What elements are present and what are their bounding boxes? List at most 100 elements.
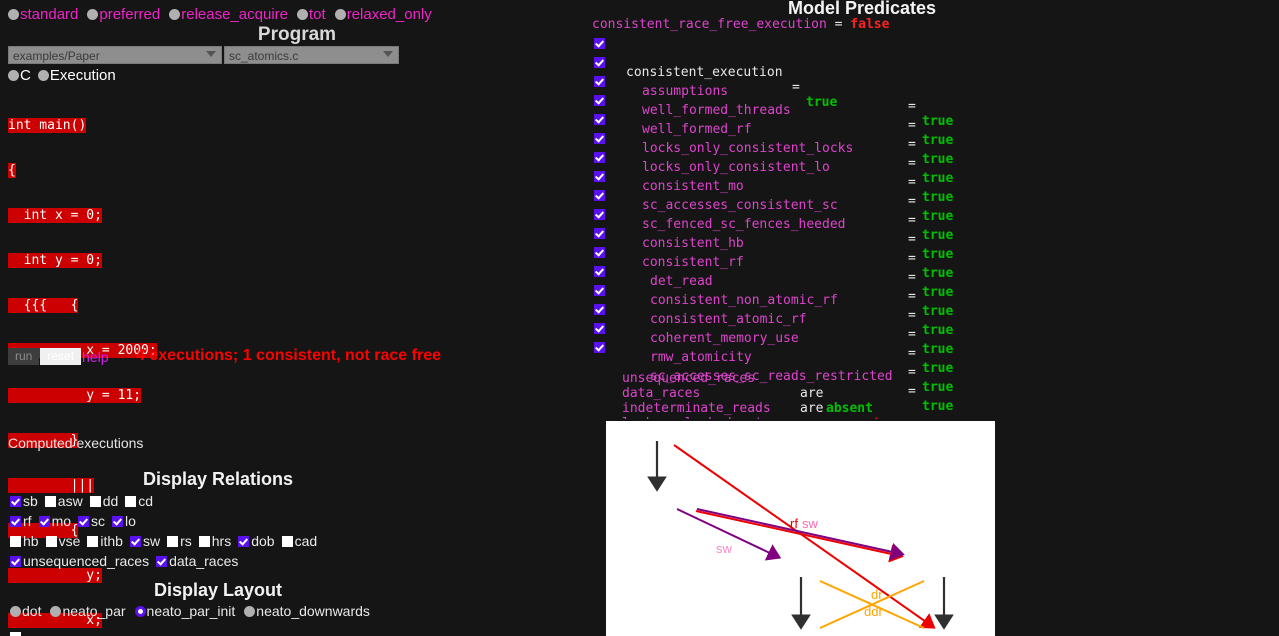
execution-graph-panel[interactable]: rf sw sw dr ddr [606, 419, 995, 636]
relation-toggle-asw[interactable]: asw [44, 493, 83, 509]
relation-toggle-data-races[interactable]: data_races [156, 553, 238, 569]
predicate-row[interactable]: consistent_rf = true [592, 225, 953, 300]
checkbox-locks-only-consistent-lo-icon[interactable] [594, 133, 605, 144]
checkbox-det-read-icon[interactable] [594, 247, 605, 258]
checkbox-sb-icon[interactable] [10, 496, 21, 507]
radio-relaxed-only-icon[interactable] [334, 9, 346, 20]
checkbox-sc-accesses-sc-reads-restricted-icon[interactable] [594, 342, 605, 353]
predicate-row[interactable]: well_formed_threads = true [592, 73, 953, 148]
predicate-row[interactable]: sc_accesses_consistent_sc = true [592, 168, 953, 243]
predicate-row[interactable]: coherent_memory_use = true [592, 301, 953, 376]
checkbox-coherent-memory-use-icon[interactable] [594, 304, 605, 315]
checkbox-sc-icon[interactable] [78, 516, 90, 527]
checkbox-dob-icon[interactable] [238, 536, 250, 547]
relation-toggle-dd[interactable]: dd [89, 493, 118, 509]
predicate-row[interactable]: locks_only_consistent_lo = true [592, 130, 953, 205]
predicate-row[interactable]: consistent_hb = true [592, 206, 953, 281]
model-option-standard[interactable]: standard [8, 6, 78, 23]
checkbox-lo-icon[interactable] [112, 516, 124, 527]
model-option-release-acquire[interactable]: release_acquire [169, 6, 288, 23]
relation-toggle-hb[interactable]: hb [10, 533, 39, 549]
example-file-select[interactable]: sc_atomics.c [224, 46, 399, 64]
checkbox-well-formed-threads-icon[interactable] [594, 76, 605, 87]
layout-option-neato-par[interactable]: neato_par [50, 603, 126, 619]
radio-neato-par-icon[interactable] [50, 606, 62, 617]
layout-option-dot[interactable]: dot [10, 603, 41, 619]
relation-toggle-sw[interactable]: sw [129, 533, 160, 549]
radio-neato-par-init-icon[interactable] [134, 606, 146, 617]
checkbox-hrs-icon[interactable] [198, 536, 210, 547]
model-option-relaxed-only[interactable]: relaxed_only [334, 6, 432, 23]
truncated-option-checkbox[interactable] [10, 629, 23, 636]
checkbox-truncated-icon[interactable] [10, 632, 21, 636]
checkbox-asw-icon[interactable] [44, 496, 56, 507]
radio-execution-icon[interactable] [37, 70, 49, 81]
relation-toggle-cd[interactable]: cd [125, 493, 153, 509]
memory-model-selector[interactable]: standard preferred release_acquire tot relax… [8, 6, 441, 23]
run-button[interactable]: run [8, 348, 40, 366]
relation-toggle-unsequenced-races[interactable]: unsequenced_races [10, 553, 149, 569]
predicate-row[interactable]: locks_only_consistent_locks = true [592, 111, 953, 186]
checkbox-vse-icon[interactable] [45, 536, 57, 547]
radio-standard-icon[interactable] [8, 9, 19, 20]
relation-toggle-lo[interactable]: lo [112, 513, 136, 529]
relation-toggle-sc[interactable]: sc [78, 513, 105, 529]
model-option-tot[interactable]: tot [297, 6, 326, 23]
predicate-row[interactable]: well_formed_rf = true [592, 92, 953, 167]
checkbox-mo-icon[interactable] [38, 516, 50, 527]
radio-preferred-icon[interactable] [87, 9, 99, 20]
checkbox-data-races-icon[interactable] [156, 556, 168, 567]
checkbox-rmw-atomicity-icon[interactable] [594, 323, 605, 334]
checkbox-unsequenced-races-icon[interactable] [10, 556, 21, 567]
predicate-row[interactable]: det_read = true [592, 244, 953, 319]
checkbox-consistent-mo-icon[interactable] [594, 152, 605, 163]
checkbox-consistent-non-atomic-rf-icon[interactable] [594, 266, 605, 277]
radio-dot-icon[interactable] [10, 606, 21, 617]
predicate-row[interactable]: consistent_execution = true [592, 35, 837, 110]
checkbox-well-formed-rf-icon[interactable] [594, 95, 605, 106]
example-directory-select[interactable]: examples/Paper [8, 46, 222, 64]
checkbox-assumptions-icon[interactable] [594, 57, 605, 68]
relation-toggle-hrs[interactable]: hrs [198, 533, 231, 549]
checkbox-rf-icon[interactable] [10, 516, 21, 527]
layout-option-neato-par-init[interactable]: neato_par_init [134, 603, 235, 619]
checkbox-hb-icon[interactable] [10, 536, 21, 547]
checkbox-sc-fenced-sc-fences-heeded-icon[interactable] [594, 190, 605, 201]
checkbox-consistent-hb-icon[interactable] [594, 209, 605, 220]
relation-toggle-ithb[interactable]: ithb [87, 533, 123, 549]
checkbox-sw-icon[interactable] [129, 536, 141, 547]
predicate-row[interactable]: consistent_non_atomic_rf = true [592, 263, 953, 338]
predicate-row[interactable]: sc_fenced_sc_fences_heeded = true [592, 187, 953, 262]
relation-toggle-mo[interactable]: mo [38, 513, 71, 529]
predicate-row[interactable]: consistent_mo = true [592, 149, 953, 224]
checkbox-ithb-icon[interactable] [87, 536, 99, 547]
help-link[interactable]: help [82, 349, 108, 365]
predicate-row[interactable]: consistent_atomic_rf = true [592, 282, 953, 357]
relation-toggle-vse[interactable]: vse [45, 533, 80, 549]
radio-neato-downwards-icon[interactable] [244, 606, 256, 617]
relation-toggle-rs[interactable]: rs [167, 533, 192, 549]
display-layout-selector[interactable]: dot neato_par neato_par_init neato_downward… [10, 603, 379, 619]
model-option-preferred[interactable]: preferred [87, 6, 160, 23]
radio-tot-icon[interactable] [297, 9, 308, 20]
radio-c-icon[interactable] [8, 70, 19, 81]
relation-toggle-rf[interactable]: rf [10, 513, 32, 529]
view-option-c[interactable]: C [8, 67, 31, 84]
relation-toggle-dob[interactable]: dob [238, 533, 275, 549]
relation-toggle-cad[interactable]: cad [281, 533, 317, 549]
checkbox-rs-icon[interactable] [167, 536, 179, 547]
checkbox-dd-icon[interactable] [89, 496, 101, 507]
layout-option-neato-downwards[interactable]: neato_downwards [244, 603, 370, 619]
checkbox-locks-only-consistent-locks-icon[interactable] [594, 114, 605, 125]
checkbox-consistent-execution-icon[interactable] [594, 38, 605, 49]
predicate-row[interactable]: assumptions = true [592, 54, 953, 129]
checkbox-consistent-rf-icon[interactable] [594, 228, 605, 239]
checkbox-sc-accesses-consistent-sc-icon[interactable] [594, 171, 605, 182]
reset-button[interactable]: reset [40, 348, 82, 366]
checkbox-cad-icon[interactable] [281, 536, 293, 547]
view-option-execution[interactable]: Execution [37, 67, 116, 84]
radio-release-acquire-icon[interactable] [169, 9, 181, 20]
relation-toggle-sb[interactable]: sb [10, 493, 38, 509]
predicate-row[interactable]: rmw_atomicity = true [592, 320, 953, 395]
checkbox-cd-icon[interactable] [125, 496, 137, 507]
